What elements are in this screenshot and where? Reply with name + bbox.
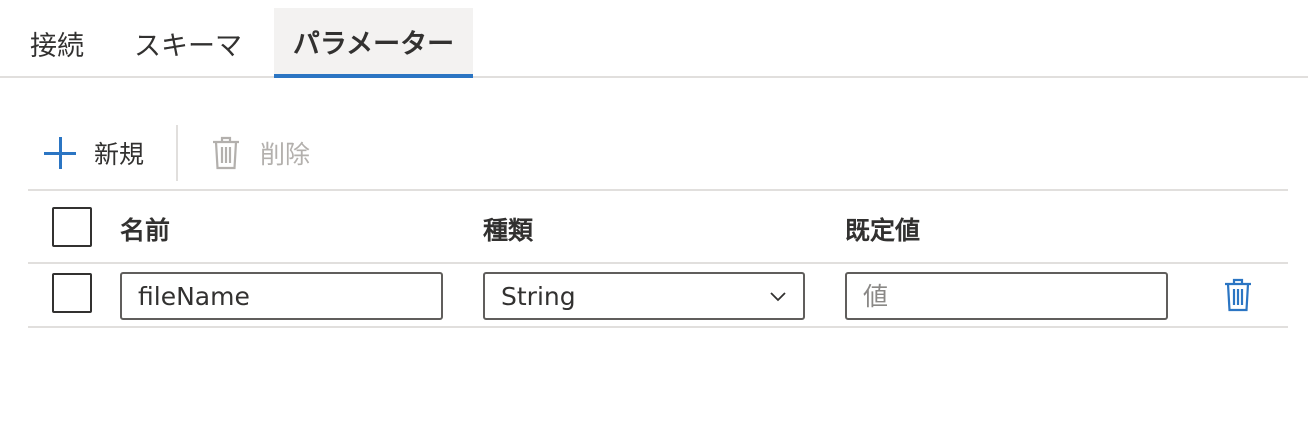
parameters-grid: 名前 種類 既定値 String bbox=[28, 189, 1288, 328]
toolbar: 新規 削除 bbox=[28, 124, 310, 182]
name-input[interactable] bbox=[120, 272, 443, 320]
chevron-down-icon bbox=[770, 292, 786, 302]
table-row: String bbox=[28, 262, 1288, 328]
toolbar-divider bbox=[176, 125, 179, 181]
type-select-value: String bbox=[501, 281, 576, 311]
grid-header-row: 名前 種類 既定値 bbox=[28, 189, 1288, 262]
select-all-checkbox[interactable] bbox=[52, 207, 92, 247]
delete-button-label: 削除 bbox=[260, 140, 311, 169]
delete-button[interactable]: 削除 bbox=[212, 135, 310, 171]
type-select[interactable]: String bbox=[483, 272, 805, 320]
column-header-default: 既定値 bbox=[845, 216, 921, 245]
column-header-type: 種類 bbox=[483, 216, 534, 245]
trash-icon bbox=[213, 136, 240, 170]
default-value-input[interactable] bbox=[845, 272, 1168, 320]
column-header-name: 名前 bbox=[120, 216, 171, 245]
tab-parameters[interactable]: パラメーター bbox=[274, 8, 473, 78]
new-button[interactable]: 新規 bbox=[28, 135, 144, 171]
row-checkbox[interactable] bbox=[52, 273, 92, 313]
plus-icon bbox=[44, 137, 76, 169]
new-button-label: 新規 bbox=[94, 140, 145, 169]
tab-connection[interactable]: 接続 bbox=[14, 8, 100, 78]
tab-schema[interactable]: スキーマ bbox=[120, 8, 256, 78]
tab-bar: 接続 スキーマ パラメーター bbox=[0, 0, 1308, 78]
trash-icon[interactable] bbox=[1224, 278, 1252, 312]
